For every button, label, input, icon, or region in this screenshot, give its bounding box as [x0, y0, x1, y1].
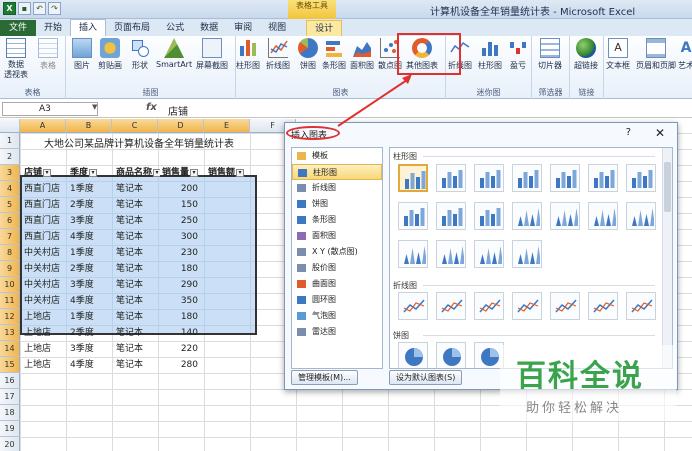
watermark-sub: 助你轻松解决 — [526, 401, 623, 416]
watermark-main: 百科全说 — [516, 359, 644, 394]
watermark: 百科全说 助你轻松解决 — [500, 345, 676, 421]
